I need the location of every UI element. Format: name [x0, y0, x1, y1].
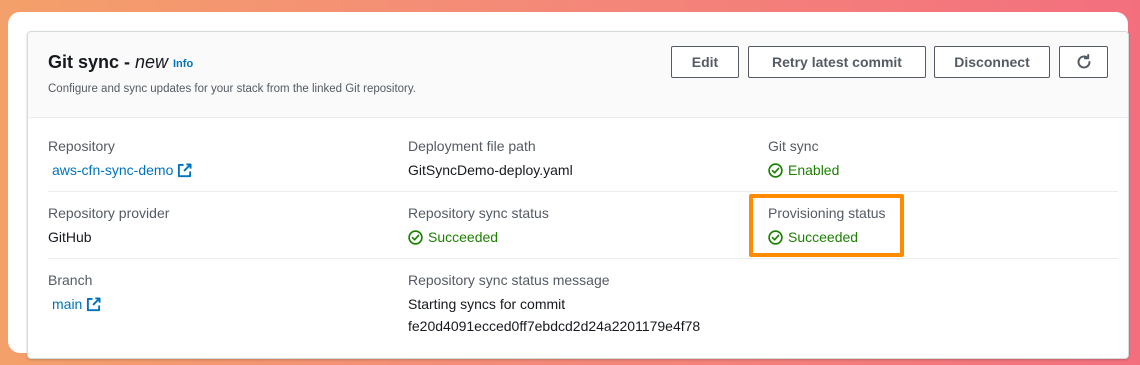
git-sync-value: Enabled: [788, 162, 840, 178]
panel-header: Git sync - new Info Configure and sync u…: [28, 32, 1128, 118]
title-separator: -: [119, 52, 136, 72]
title-text: Git sync: [48, 52, 120, 72]
external-link-icon: [86, 296, 101, 312]
refresh-button[interactable]: [1059, 46, 1108, 78]
edit-button[interactable]: Edit: [671, 46, 739, 78]
title-subtitle: new: [135, 52, 169, 72]
repository-sync-status-message-line2: fe20d4091ecced0ff7ebdcd2d24a2201179e4f78: [408, 318, 701, 334]
repository-link[interactable]: aws-cfn-sync-demo: [52, 162, 192, 178]
info-link[interactable]: Info: [173, 58, 193, 70]
deployment-file-path-label: Deployment file path: [408, 138, 536, 154]
card-background: Git sync - new Info Configure and sync u…: [8, 12, 1129, 359]
repository-label: Repository: [48, 138, 115, 154]
repository-sync-status-message-label: Repository sync status message: [408, 272, 610, 288]
repository-sync-status-message-line1: Starting syncs for commit: [408, 296, 566, 312]
row-divider: [48, 191, 1118, 192]
panel-title: Git sync - new: [48, 52, 168, 73]
git-sync-status: Enabled: [768, 162, 839, 178]
external-link-icon: [177, 162, 192, 178]
repository-provider-label: Repository provider: [48, 205, 170, 221]
branch-label: Branch: [48, 272, 93, 288]
repository-value: aws-cfn-sync-demo: [52, 162, 174, 178]
panel-description: Configure and sync updates for your stac…: [48, 83, 416, 95]
refresh-icon: [1076, 54, 1092, 70]
repository-sync-status-label: Repository sync status: [408, 205, 549, 221]
deployment-file-path-value: GitSyncDemo-deploy.yaml: [408, 162, 573, 178]
repository-provider-value: GitHub: [48, 229, 92, 245]
success-check-icon: [408, 229, 423, 245]
git-sync-panel: Git sync - new Info Configure and sync u…: [27, 31, 1129, 359]
repository-sync-status: Succeeded: [408, 229, 498, 245]
repository-sync-status-value: Succeeded: [428, 229, 499, 245]
git-sync-label: Git sync: [768, 138, 819, 154]
row-divider: [48, 258, 1118, 259]
retry-latest-commit-button[interactable]: Retry latest commit: [748, 46, 926, 78]
branch-link[interactable]: main: [52, 296, 101, 312]
success-check-icon: [768, 162, 783, 178]
provisioning-status-highlight: [749, 194, 904, 257]
branch-value: main: [52, 296, 83, 312]
disconnect-button[interactable]: Disconnect: [934, 46, 1050, 78]
